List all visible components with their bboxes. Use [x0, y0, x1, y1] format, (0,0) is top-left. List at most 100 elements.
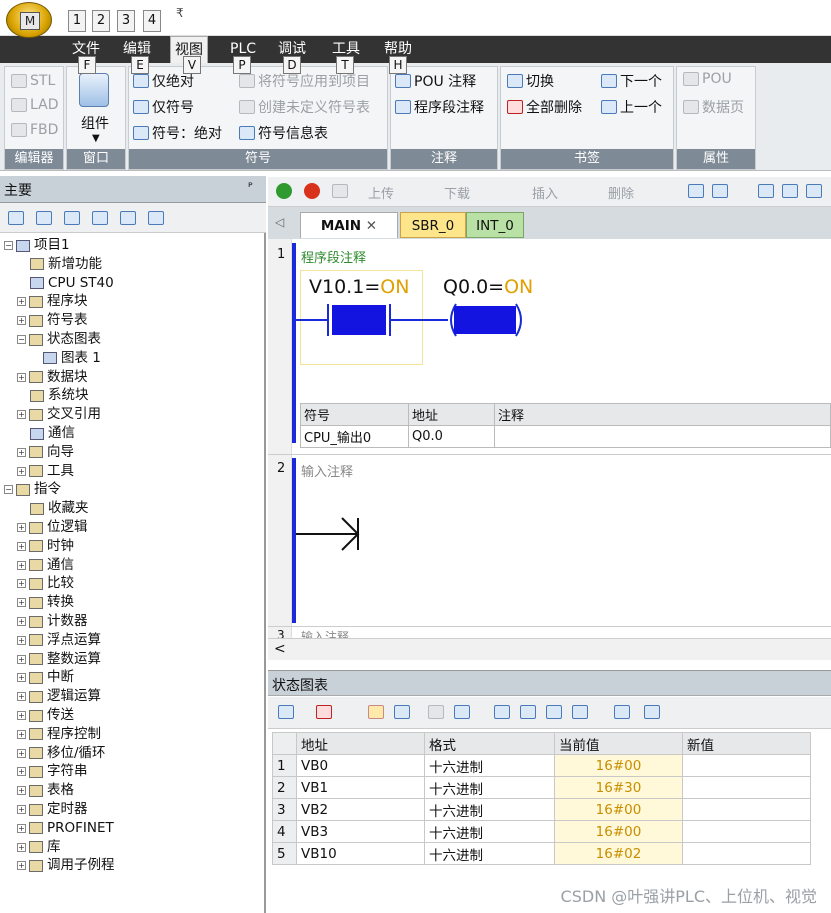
table-row[interactable]: 2 VB1 十六进制 16#30 — [272, 776, 811, 799]
lad-button[interactable]: LAD — [11, 97, 58, 113]
expand-icon[interactable]: + — [17, 673, 26, 683]
abs-only-button[interactable]: 仅绝对 — [133, 71, 194, 91]
expand-icon[interactable]: + — [17, 447, 26, 457]
delete-icon[interactable] — [316, 705, 332, 719]
format-cell[interactable]: 十六进制 — [424, 842, 555, 865]
tree-item[interactable]: + 位逻辑 — [17, 518, 88, 537]
tree-item[interactable]: 新增功能 — [30, 255, 102, 274]
tree-item[interactable]: + 程序块 — [17, 292, 88, 311]
expand-icon[interactable]: + — [17, 823, 26, 833]
expand-icon[interactable]: + — [17, 541, 26, 551]
delete-button[interactable]: 删除 — [608, 183, 634, 202]
expand-icon[interactable]: + — [17, 372, 26, 382]
qat-key-3[interactable]: 3 — [117, 10, 135, 32]
view-icon[interactable] — [8, 211, 24, 225]
expand-icon[interactable]: + — [17, 598, 26, 608]
symtab-cell[interactable]: Q0.0 — [408, 425, 495, 448]
tree-item[interactable]: + 时钟 — [17, 537, 74, 556]
sym-only-button[interactable]: 仅符号 — [133, 97, 194, 117]
table-row[interactable]: 1 VB0 十六进制 16#00 — [272, 754, 811, 777]
table-row[interactable]: 3 VB2 十六进制 16#00 — [272, 798, 811, 821]
tree-item[interactable]: + 程序控制 — [17, 725, 101, 744]
chart-icon[interactable] — [120, 211, 136, 225]
format-cell[interactable]: 十六进制 — [424, 820, 555, 843]
tree-item[interactable]: + 比较 — [17, 574, 74, 593]
expand-icon[interactable]: + — [17, 654, 26, 664]
contact-no[interactable] — [332, 305, 386, 335]
symtab-cell[interactable] — [494, 425, 831, 448]
tab-main[interactable]: MAIN ✕ — [300, 212, 398, 238]
pou-comment-button[interactable]: POU 注释 — [395, 71, 476, 91]
bookmark-clear-button[interactable]: 全部删除 — [507, 97, 582, 117]
arrow-icon[interactable] — [782, 184, 798, 198]
expand-icon[interactable]: + — [17, 729, 26, 739]
address-cell[interactable]: VB10 — [296, 842, 425, 865]
table-icon[interactable] — [36, 211, 52, 225]
qat-key-1[interactable]: 1 — [68, 10, 86, 32]
new-value-cell[interactable] — [682, 842, 811, 865]
tree-item[interactable]: 系统块 — [30, 386, 89, 405]
expand-icon[interactable]: + — [17, 523, 26, 532]
tree-item[interactable]: − 状态图表 — [17, 330, 101, 349]
tree-item[interactable]: + 调用子例程 — [17, 856, 115, 875]
expand-icon[interactable]: + — [17, 560, 26, 570]
unlock-icon[interactable] — [520, 705, 536, 719]
new-value-cell[interactable] — [682, 754, 811, 777]
tree-item[interactable]: + 数据块 — [17, 368, 88, 387]
network-comment[interactable]: 程序段注释 — [301, 247, 366, 266]
stl-button[interactable]: STL — [11, 73, 55, 89]
qat-key-2[interactable]: 2 — [92, 10, 110, 32]
format-cell[interactable]: 十六进制 — [424, 776, 555, 799]
expand-icon[interactable]: + — [17, 579, 26, 589]
coil-operand[interactable]: Q0.0=ON — [443, 276, 533, 298]
expand-icon[interactable]: + — [17, 316, 26, 326]
trend-icon[interactable] — [614, 705, 630, 719]
graph-icon[interactable] — [428, 705, 444, 719]
qat-key-4[interactable]: 4 — [143, 10, 161, 32]
tree-item[interactable]: + 转换 — [17, 593, 74, 612]
tree-item[interactable]: + 通信 — [17, 556, 74, 575]
data-page-button[interactable]: 数据页 — [683, 97, 744, 117]
tree-item[interactable]: + 浮点运算 — [17, 631, 101, 650]
collapse-icon[interactable]: − — [4, 485, 13, 495]
pause-icon[interactable] — [394, 705, 410, 719]
format-cell[interactable]: 十六进制 — [424, 754, 555, 777]
collapse-icon[interactable]: − — [4, 241, 13, 250]
format-cell[interactable]: 十六进制 — [424, 798, 555, 821]
network-comment[interactable]: 输入注释 — [301, 461, 353, 480]
bookmark-toggle-button[interactable]: 切换 — [507, 71, 554, 91]
new-value-cell[interactable] — [682, 776, 811, 799]
arrow-icon[interactable] — [806, 184, 822, 198]
tree-item[interactable]: 收藏夹 — [30, 499, 89, 518]
tree-item[interactable]: CPU ST40 — [30, 274, 114, 293]
close-icon[interactable]: ✕ — [366, 218, 377, 234]
add-icon[interactable] — [278, 705, 294, 719]
tree-item[interactable]: + PROFINET — [17, 819, 114, 838]
monitor-icon[interactable] — [688, 184, 704, 198]
create-undef-button[interactable]: 创建未定义符号表 — [239, 97, 370, 117]
tree-item[interactable]: + 字符串 — [17, 762, 88, 781]
pin-icon[interactable]: ᴾ — [248, 180, 253, 194]
new-value-cell[interactable] — [682, 798, 811, 821]
expand-icon[interactable]: + — [17, 410, 26, 420]
expand-icon[interactable]: + — [17, 711, 26, 720]
download-button[interactable]: 下载 — [444, 183, 470, 202]
force-icon[interactable] — [546, 705, 562, 719]
app-menu-button[interactable]: M — [6, 2, 52, 38]
tree-item[interactable]: − 指令 — [4, 480, 61, 499]
tree-item[interactable]: + 库 — [17, 838, 61, 857]
symtab-cell[interactable]: CPU_输出0 — [300, 425, 409, 448]
tree-item[interactable]: − 项目1 — [4, 236, 70, 255]
block-icon[interactable] — [92, 211, 108, 225]
tree-item[interactable]: + 定时器 — [17, 800, 88, 819]
apply-symbols-button[interactable]: 将符号应用到项目 — [239, 71, 370, 91]
tab-int-0[interactable]: INT_0 — [466, 212, 524, 238]
sym-abs-button[interactable]: 符号：绝对 — [133, 123, 222, 143]
tree-item[interactable]: + 向导 — [17, 443, 74, 462]
compile-icon[interactable] — [332, 184, 348, 198]
tree-item[interactable]: + 表格 — [17, 781, 74, 800]
address-cell[interactable]: VB0 — [296, 754, 425, 777]
chevron-down-icon[interactable]: ▼ — [92, 133, 100, 144]
expand-icon[interactable]: + — [17, 748, 26, 758]
block-icon[interactable] — [64, 211, 80, 225]
